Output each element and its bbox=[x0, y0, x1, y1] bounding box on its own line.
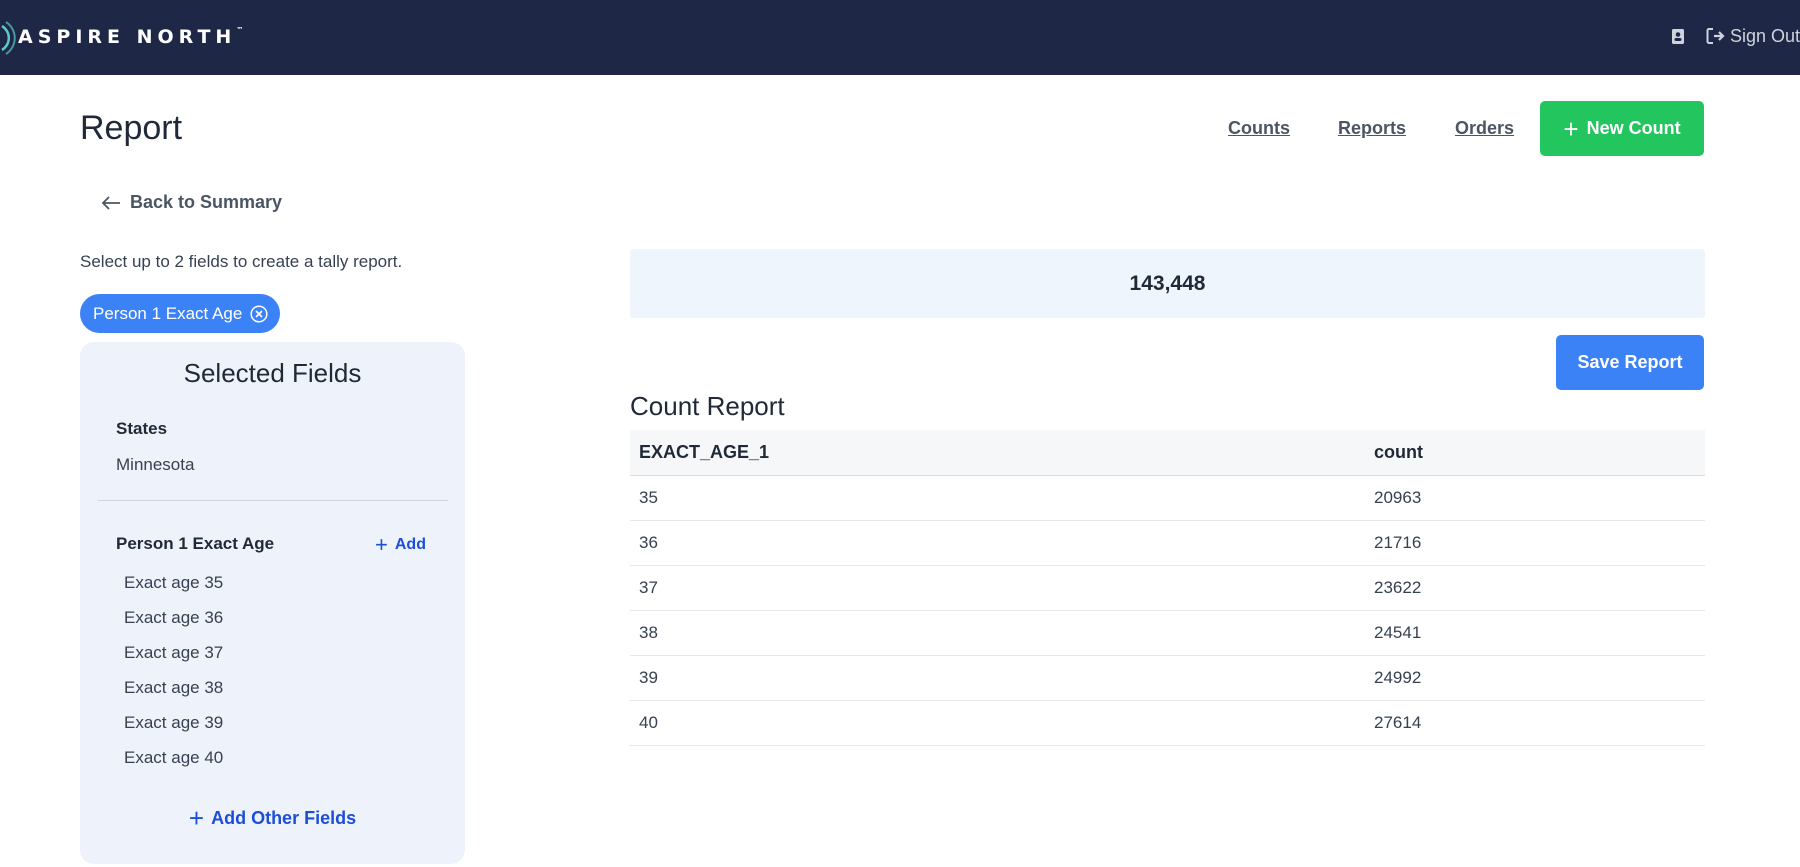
add-field-value-button[interactable]: + Add bbox=[375, 534, 426, 556]
sign-out-icon[interactable] bbox=[1706, 25, 1728, 47]
field-value-list: Exact age 35 Exact age 36 Exact age 37 E… bbox=[124, 569, 223, 779]
column-header: count bbox=[1365, 430, 1705, 476]
nav-link-reports[interactable]: Reports bbox=[1338, 118, 1406, 139]
field-group-label: States bbox=[116, 419, 168, 438]
selected-fields-title: Selected Fields bbox=[183, 358, 362, 388]
logo-arc-icon bbox=[1, 21, 16, 55]
save-report-button[interactable]: Save Report bbox=[1556, 335, 1704, 390]
table-row: 38 24541 bbox=[630, 610, 1705, 656]
back-to-summary-label: Back to Summary bbox=[130, 192, 283, 212]
instruction-text: Select up to 2 fields to create a tally … bbox=[80, 252, 403, 271]
table-cell: 37 bbox=[630, 565, 1365, 611]
total-count-box: 143,448 bbox=[630, 249, 1705, 318]
selected-fields-panel: Selected Fields States Minnesota Person … bbox=[80, 342, 465, 864]
new-count-label: New Count bbox=[1586, 118, 1681, 138]
back-to-summary-link[interactable]: Back to Summary bbox=[100, 192, 282, 213]
list-item: Exact age 38 bbox=[124, 678, 224, 697]
topbar-actions: Sign Out bbox=[1668, 24, 1800, 48]
nav-link-orders[interactable]: Orders bbox=[1455, 118, 1514, 139]
table-cell: 20963 bbox=[1365, 475, 1705, 521]
count-report-title: Count Report bbox=[630, 391, 785, 421]
divider bbox=[98, 500, 448, 501]
table-cell: 39 bbox=[630, 655, 1365, 701]
chip-label: Person 1 Exact Age bbox=[93, 303, 243, 323]
top-navbar: ASPIRE NORTH™ Sign Out bbox=[0, 0, 1800, 75]
list-item: Exact age 37 bbox=[124, 643, 224, 662]
plus-icon: + bbox=[1563, 113, 1579, 144]
list-item: Exact age 40 bbox=[124, 748, 224, 767]
field-group-label: Person 1 Exact Age bbox=[116, 534, 275, 553]
sign-out-link[interactable]: Sign Out bbox=[1730, 26, 1800, 47]
page-title: Report bbox=[80, 109, 183, 147]
field-group-value: Minnesota bbox=[116, 455, 195, 474]
table-row: 37 23622 bbox=[630, 565, 1705, 611]
nav-link-counts[interactable]: Counts bbox=[1228, 118, 1290, 139]
address-book-icon[interactable] bbox=[1668, 25, 1688, 47]
table-cell: 36 bbox=[630, 520, 1365, 566]
table-cell: 40 bbox=[630, 700, 1365, 746]
selected-field-chip: Person 1 Exact Age bbox=[80, 294, 281, 333]
arrow-left-icon bbox=[101, 195, 120, 210]
total-count-value: 143,448 bbox=[1129, 271, 1206, 295]
list-item: Exact age 36 bbox=[124, 608, 224, 627]
plus-icon: + bbox=[188, 803, 205, 833]
list-item: Exact age 39 bbox=[124, 713, 224, 732]
list-item: Exact age 35 bbox=[124, 573, 224, 592]
table-cell: 35 bbox=[630, 475, 1365, 521]
table-cell: 27614 bbox=[1365, 700, 1705, 746]
table-row: 36 21716 bbox=[630, 520, 1705, 566]
add-other-fields-label: Add Other Fields bbox=[211, 807, 357, 828]
table-row: 39 24992 bbox=[630, 655, 1705, 701]
add-other-fields-button[interactable]: + Add Other Fields bbox=[80, 805, 465, 831]
close-circle-icon[interactable] bbox=[250, 304, 268, 323]
table-header-row: EXACT_AGE_1 count bbox=[630, 430, 1705, 476]
table-row: 35 20963 bbox=[630, 475, 1705, 521]
table-cell: 24992 bbox=[1365, 655, 1705, 701]
count-report-table: EXACT_AGE_1 count 35 20963 36 21716 37 2… bbox=[630, 430, 1705, 746]
table-cell: 23622 bbox=[1365, 565, 1705, 611]
column-header: EXACT_AGE_1 bbox=[630, 430, 1365, 476]
table-row: 40 27614 bbox=[630, 700, 1705, 746]
brand-name: ASPIRE NORTH™ bbox=[18, 26, 244, 48]
add-label: Add bbox=[394, 536, 426, 553]
new-count-button[interactable]: + New Count bbox=[1540, 101, 1704, 156]
table-cell: 38 bbox=[630, 610, 1365, 656]
plus-icon: + bbox=[375, 532, 388, 557]
table-cell: 24541 bbox=[1365, 610, 1705, 656]
table-cell: 21716 bbox=[1365, 520, 1705, 566]
